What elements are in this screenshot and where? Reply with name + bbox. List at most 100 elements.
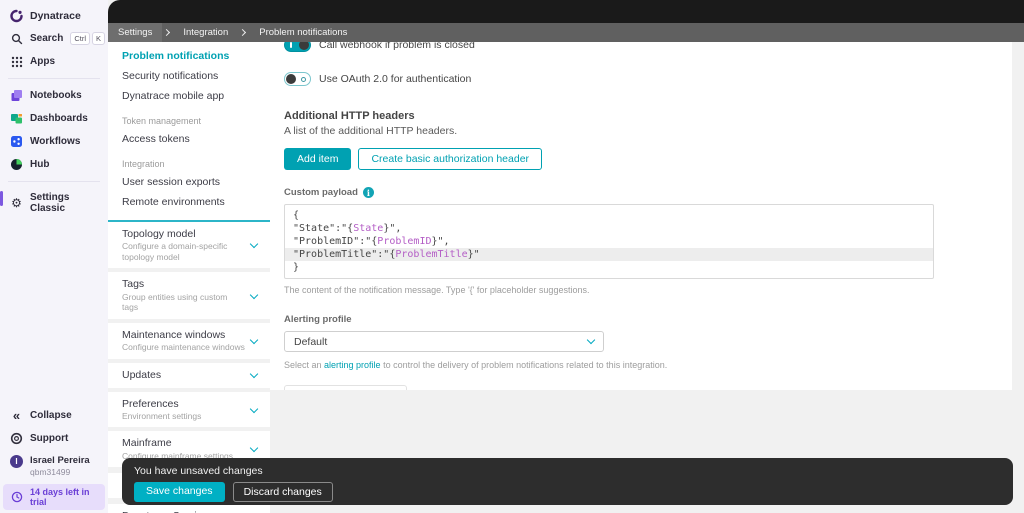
nav-item-security-notifications[interactable]: Security notifications <box>108 66 270 86</box>
settings-form: Call webhook if problem is closed Use OA… <box>270 42 1012 390</box>
chevron-down-icon <box>250 370 258 378</box>
create-basic-auth-header-button[interactable]: Create basic authorization header <box>358 148 542 170</box>
main-content: Call webhook if problem is closed Use OA… <box>270 42 1012 513</box>
notebooks-icon <box>10 89 23 102</box>
body: Problem notifications Security notificat… <box>108 42 1024 513</box>
custom-payload-label-row: Custom payload i <box>284 187 1004 198</box>
user-meta: Israel Pereira qbm31499 <box>30 455 90 477</box>
support-button[interactable]: Support <box>0 427 108 450</box>
collapse-button[interactable]: « Collapse <box>0 404 108 427</box>
collapse-label: Collapse <box>30 410 72 421</box>
brand-label: Dynatrace <box>30 10 81 22</box>
workflows-icon <box>10 135 23 148</box>
brand[interactable]: Dynatrace <box>0 4 108 27</box>
chevron-down-icon <box>250 290 258 298</box>
user-menu[interactable]: I Israel Pereira qbm31499 <box>0 450 108 482</box>
notebooks-label: Notebooks <box>30 90 82 101</box>
discard-changes-button[interactable]: Discard changes <box>233 482 333 502</box>
sidebar-item-workflows[interactable]: Workflows <box>0 130 108 153</box>
search-button[interactable]: Search Ctrl K <box>0 27 108 50</box>
custom-payload-label: Custom payload <box>284 187 358 198</box>
sidebar-item-settings-classic[interactable]: ⚙ Settings Classic <box>0 187 108 219</box>
alerting-profile-select[interactable]: Default <box>284 331 604 352</box>
workflows-label: Workflows <box>30 136 80 147</box>
section-subtitle: Environment settings <box>122 411 201 422</box>
rail-divider <box>8 78 100 79</box>
toggle-row-webhook-closed: Call webhook if problem is closed <box>284 42 1004 52</box>
section-text: Maintenance windows Configure maintenanc… <box>122 329 245 353</box>
http-headers-description: A list of the additional HTTP headers. <box>284 125 1004 137</box>
info-icon[interactable]: i <box>363 187 374 198</box>
avatar: I <box>10 455 23 468</box>
code-line: } <box>285 261 933 274</box>
search-icon <box>10 32 23 45</box>
http-headers-title: Additional HTTP headers <box>284 110 1004 122</box>
breadcrumb-problem-notifications[interactable]: Problem notifications <box>249 23 357 42</box>
code-line: "State":"{State}", <box>285 222 933 235</box>
settings-classic-label: Settings Classic <box>30 192 100 214</box>
chevron-down-icon <box>250 240 258 248</box>
section-title: Updates <box>122 369 161 382</box>
section-subtitle: Configure maintenance windows <box>122 342 245 353</box>
nav-section-topology-model[interactable]: Topology model Configure a domain-specif… <box>108 222 270 268</box>
nav-group-token-management: Token management <box>108 106 270 129</box>
nav-section-maintenance-windows[interactable]: Maintenance windows Configure maintenanc… <box>108 323 270 359</box>
test-row: Send test notification <box>284 385 1004 390</box>
section-text: Updates <box>122 369 161 382</box>
chevron-right-icon <box>163 29 170 36</box>
add-item-button[interactable]: Add item <box>284 148 351 170</box>
breadcrumb: Settings Integration Problem notificatio… <box>108 23 1024 42</box>
send-test-notification-button[interactable]: Send test notification <box>284 385 407 390</box>
code-line: "ProblemID":"{ProblemID}", <box>285 235 933 248</box>
dashboards-label: Dashboards <box>30 113 88 124</box>
clock-icon <box>10 491 23 504</box>
nav-section-tags[interactable]: Tags Group entities using custom tags <box>108 272 270 318</box>
kbd-k: K <box>92 32 105 45</box>
custom-payload-editor[interactable]: { "State":"{State}", "ProblemID":"{Probl… <box>284 204 934 279</box>
alerting-profile-link[interactable]: alerting profile <box>324 360 381 370</box>
search-shortcut: Ctrl K <box>70 32 105 45</box>
breadcrumb-settings[interactable]: Settings <box>108 23 162 42</box>
apps-grid-icon <box>10 55 23 68</box>
rail-spacer <box>0 219 108 404</box>
oauth-toggle[interactable] <box>284 72 311 86</box>
chevron-down-icon <box>587 336 595 344</box>
dynatrace-logo-icon <box>10 9 23 22</box>
chevron-right-icon <box>239 29 246 36</box>
nav-item-user-session-exports[interactable]: User session exports <box>108 172 270 192</box>
select-value: Default <box>294 336 327 348</box>
trial-banner[interactable]: 14 days left in trial <box>3 484 105 510</box>
user-name: Israel Pereira <box>30 455 90 466</box>
sidebar-item-notebooks[interactable]: Notebooks <box>0 84 108 107</box>
section-title: Preferences <box>122 398 201 411</box>
nav-item-remote-environments[interactable]: Remote environments <box>108 192 270 212</box>
webhook-closed-toggle[interactable] <box>284 42 311 52</box>
nav-item-problem-notifications[interactable]: Problem notifications <box>108 46 270 66</box>
save-changes-button[interactable]: Save changes <box>134 482 225 502</box>
unsaved-message: You have unsaved changes <box>134 465 1001 477</box>
apps-label: Apps <box>30 56 55 67</box>
rail-divider <box>8 181 100 182</box>
toggle-label: Call webhook if problem is closed <box>319 42 475 51</box>
gear-icon: ⚙ <box>10 197 23 210</box>
nav-item-access-tokens[interactable]: Access tokens <box>108 129 270 149</box>
nav-section-preferences[interactable]: Preferences Environment settings <box>108 392 270 428</box>
chevron-down-icon <box>250 335 258 343</box>
sidebar-item-dashboards[interactable]: Dashboards <box>0 107 108 130</box>
sidebar-item-hub[interactable]: Hub <box>0 153 108 176</box>
breadcrumb-integration[interactable]: Integration <box>173 23 238 42</box>
hub-label: Hub <box>30 159 49 170</box>
top-window-bar <box>108 0 1024 23</box>
dashboards-icon <box>10 112 23 125</box>
chevron-down-icon <box>250 404 258 412</box>
unsaved-actions: Save changes Discard changes <box>134 482 1001 502</box>
nav-section-updates[interactable]: Updates <box>108 363 270 388</box>
toggle-row-oauth: Use OAuth 2.0 for authentication <box>284 72 1004 86</box>
nav-item-dynatrace-mobile-app[interactable]: Dynatrace mobile app <box>108 86 270 106</box>
app-shell: Settings Integration Problem notificatio… <box>108 0 1024 513</box>
section-title: Topology model <box>122 228 245 241</box>
lifebuoy-icon <box>10 432 23 445</box>
apps-button[interactable]: Apps <box>0 50 108 73</box>
nav-section-dynatrace-service-settings[interactable]: Dynatrace Service Settings <box>108 504 270 513</box>
nav-block: Problem notifications Security notificat… <box>108 42 270 220</box>
